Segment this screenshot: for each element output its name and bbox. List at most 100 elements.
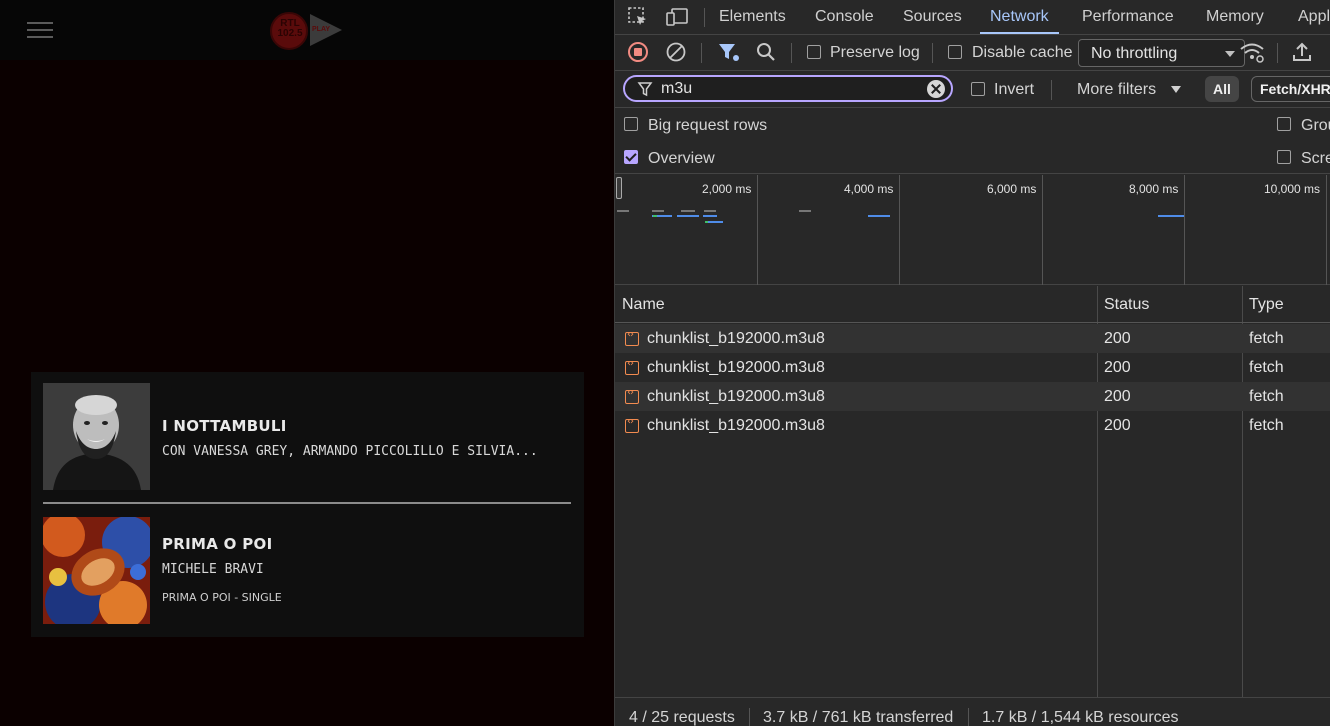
request-name: chunklist_b192000.m3u8 <box>647 417 825 434</box>
tab-sources[interactable]: Sources <box>903 0 962 34</box>
big-request-rows-label: Big request rows <box>648 117 768 134</box>
now-playing-show[interactable]: I NOTTAMBULI CON VANESSA GREY, ARMANDO P… <box>43 383 573 490</box>
timeline-gridline <box>899 175 900 285</box>
group-by-frame-label: Grou <box>1301 117 1330 134</box>
network-overview-timeline[interactable]: 2,000 ms 4,000 ms 6,000 ms 8,000 ms 10,0… <box>615 175 1330 285</box>
devtools-tab-bar: Elements Console Sources Network Perform… <box>615 0 1330 35</box>
toolbar-separator <box>1051 80 1052 100</box>
timeline-request-bar <box>705 221 708 223</box>
request-status: 200 <box>1104 417 1131 434</box>
show-title: I NOTTAMBULI <box>162 417 287 435</box>
tab-network[interactable]: Network <box>980 0 1059 34</box>
clear-filter-icon[interactable] <box>927 80 945 98</box>
tab-separator <box>704 8 705 27</box>
column-header-name[interactable]: Name <box>622 296 665 314</box>
preserve-log-checkbox[interactable] <box>807 45 821 59</box>
request-type: fetch <box>1249 388 1284 405</box>
request-count: 4 / 25 requests <box>629 709 735 726</box>
column-header-status[interactable]: Status <box>1104 296 1149 314</box>
request-status: 200 <box>1104 388 1131 405</box>
request-name: chunklist_b192000.m3u8 <box>647 330 825 347</box>
tab-console[interactable]: Console <box>815 0 874 34</box>
filter-type-fetch-xhr[interactable]: Fetch/XHR <box>1251 76 1330 102</box>
timeline-request-bar <box>677 215 699 217</box>
table-row[interactable]: chunklist_b192000.m3u8 200 fetch <box>615 353 1330 382</box>
timeline-request-bar <box>703 215 717 217</box>
rtl-play-logo[interactable]: RTL 102.5 PLAY <box>268 10 348 50</box>
now-playing-divider <box>43 502 571 504</box>
logo-badge: PLAY <box>312 26 331 33</box>
preserve-log-label: Preserve log <box>830 44 920 61</box>
tab-performance[interactable]: Performance <box>1082 0 1174 34</box>
more-filters-dropdown[interactable]: More filters <box>1077 81 1156 99</box>
throttling-select[interactable]: No throttling <box>1078 39 1245 67</box>
timeline-tick: 6,000 ms <box>987 182 1037 196</box>
import-har-icon[interactable] <box>1291 41 1313 63</box>
screenshots-checkbox[interactable] <box>1277 150 1291 164</box>
search-icon[interactable] <box>755 41 777 63</box>
toolbar-separator <box>701 43 702 63</box>
filter-toolbar: Invert More filters All Fetch/XHR <box>615 71 1330 108</box>
device-toolbar-icon[interactable] <box>665 6 689 28</box>
column-header-type[interactable]: Type <box>1249 296 1284 314</box>
disable-cache-label: Disable cache <box>972 44 1073 61</box>
site-header: RTL 102.5 PLAY <box>0 0 614 60</box>
timeline-request-bar <box>799 210 811 212</box>
table-row[interactable]: chunklist_b192000.m3u8 200 fetch <box>615 324 1330 353</box>
hamburger-menu-icon[interactable] <box>27 21 53 39</box>
now-playing-track[interactable]: PRIMA O POI MICHELE BRAVI PRIMA O POI - … <box>43 517 573 624</box>
invert-label: Invert <box>994 81 1035 98</box>
overview-label: Overview <box>648 150 715 167</box>
request-type: fetch <box>1249 359 1284 376</box>
tab-elements[interactable]: Elements <box>719 0 786 34</box>
request-status: 200 <box>1104 359 1131 376</box>
request-type: fetch <box>1249 330 1284 347</box>
overview-checkbox[interactable] <box>624 150 638 164</box>
status-separator <box>968 708 969 726</box>
network-conditions-icon[interactable] <box>1239 40 1265 64</box>
tab-memory[interactable]: Memory <box>1206 0 1264 34</box>
now-playing-card: I NOTTAMBULI CON VANESSA GREY, ARMANDO P… <box>31 372 584 637</box>
track-title: PRIMA O POI <box>162 535 273 553</box>
network-options: Big request rows Overview Grou Scre <box>615 108 1330 174</box>
timeline-range-handle[interactable] <box>616 177 622 199</box>
timeline-tick: 2,000 ms <box>702 182 752 196</box>
track-album: PRIMA O POI - SINGLE <box>162 591 282 604</box>
fetch-request-icon <box>625 387 639 404</box>
toolbar-separator <box>791 43 792 63</box>
inspect-element-icon[interactable] <box>627 6 649 28</box>
filter-input-box[interactable] <box>623 75 953 102</box>
clear-log-icon[interactable] <box>665 41 687 63</box>
devtools-panel: Elements Console Sources Network Perform… <box>614 0 1330 726</box>
filter-type-all[interactable]: All <box>1205 76 1239 102</box>
stop-recording-icon[interactable] <box>627 41 649 63</box>
table-row[interactable]: chunklist_b192000.m3u8 200 fetch <box>615 411 1330 440</box>
timeline-request-bar <box>652 210 664 212</box>
timeline-gridline <box>757 175 758 285</box>
filter-icon[interactable] <box>716 41 740 63</box>
fetch-request-icon <box>625 329 639 346</box>
fetch-request-icon <box>625 358 639 375</box>
chevron-down-icon <box>1171 86 1181 93</box>
network-status-bar: 4 / 25 requests 3.7 kB / 761 kB transfer… <box>615 697 1330 726</box>
table-row[interactable]: chunklist_b192000.m3u8 200 fetch <box>615 382 1330 411</box>
filter-funnel-icon <box>637 82 653 97</box>
tab-application[interactable]: Appl <box>1298 0 1330 34</box>
timeline-request-bar <box>681 210 695 212</box>
group-by-frame-checkbox[interactable] <box>1277 117 1291 131</box>
timeline-request-bar <box>617 210 629 212</box>
big-request-rows-checkbox[interactable] <box>624 117 638 131</box>
filter-input[interactable] <box>661 79 911 99</box>
timeline-request-bar <box>868 215 890 217</box>
request-name: chunklist_b192000.m3u8 <box>647 388 825 405</box>
show-hosts: CON VANESSA GREY, ARMANDO PICCOLILLO E S… <box>162 444 538 459</box>
invert-checkbox[interactable] <box>971 82 985 96</box>
transferred-size: 3.7 kB / 761 kB transferred <box>763 709 954 726</box>
status-separator <box>749 708 750 726</box>
logo-disc-text: RTL 102.5 <box>277 18 303 39</box>
request-table: Name Status Type chunklist_b192000.m3u8 … <box>615 286 1330 697</box>
toolbar-separator <box>932 43 933 63</box>
disable-cache-checkbox[interactable] <box>948 45 962 59</box>
fetch-request-icon <box>625 416 639 433</box>
timeline-gridline <box>1326 175 1327 285</box>
